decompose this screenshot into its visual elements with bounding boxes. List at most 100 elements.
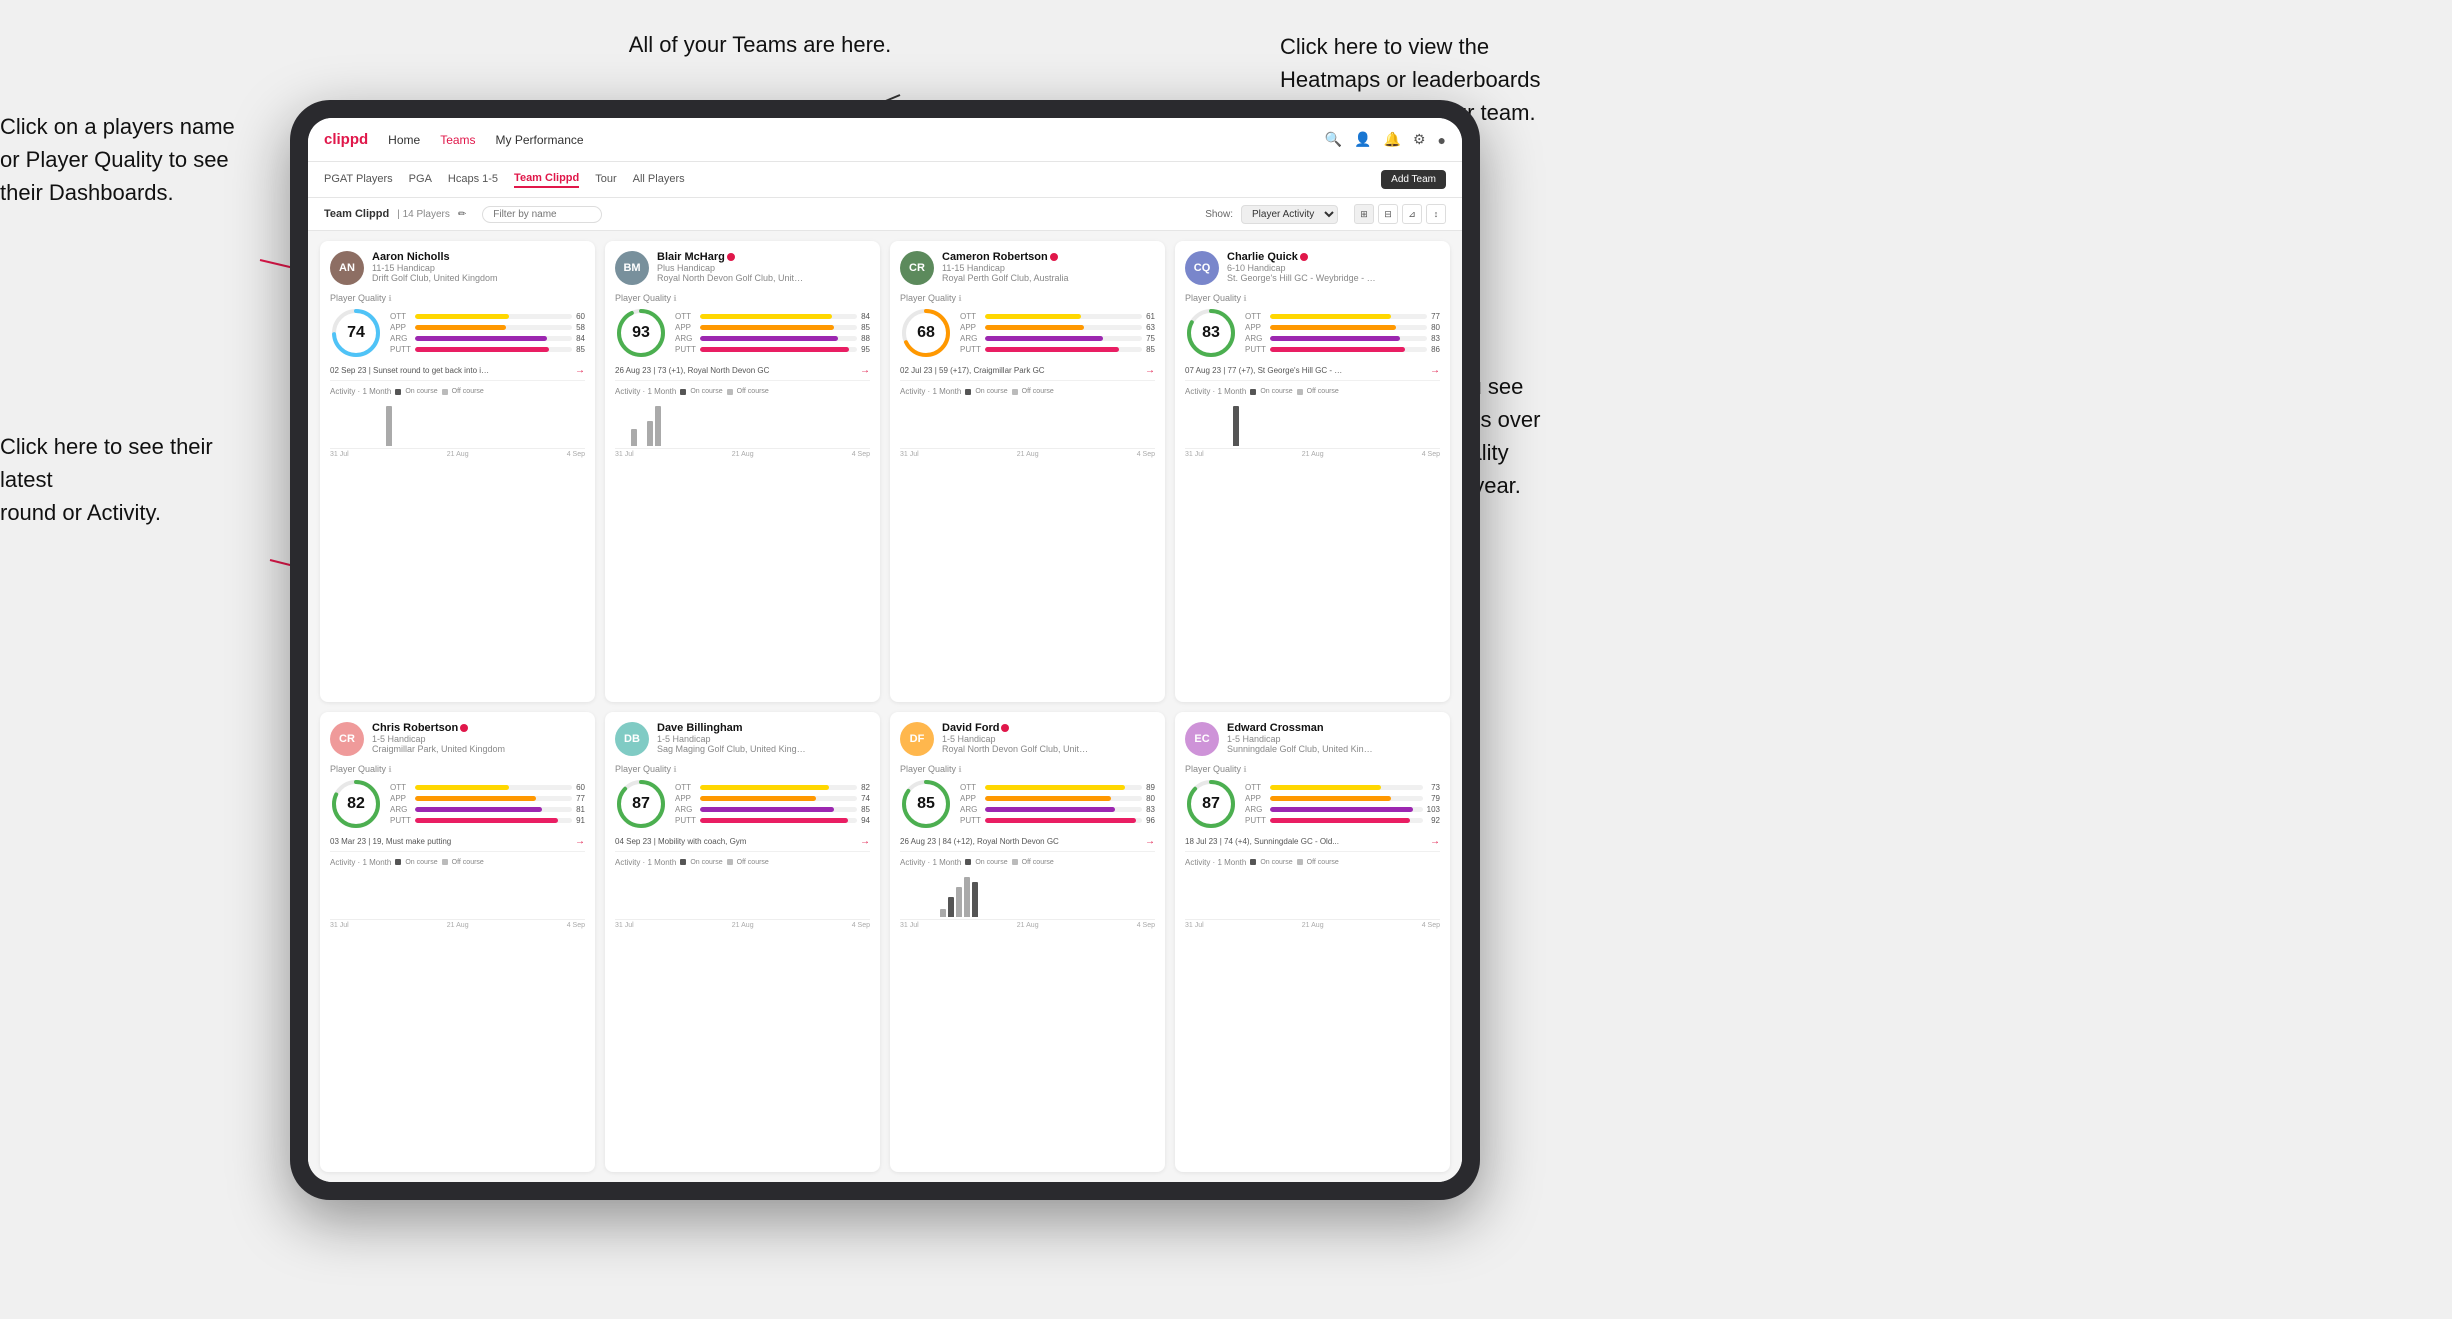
on-course-label: On course: [975, 388, 1007, 395]
quality-number: 87: [1202, 795, 1220, 813]
stat-value: 77: [576, 794, 585, 803]
round-arrow[interactable]: →: [860, 836, 870, 847]
stat-value: 85: [861, 805, 870, 814]
grid-view-button[interactable]: ⊞: [1354, 204, 1374, 224]
quality-circle[interactable]: 82: [330, 778, 382, 830]
nav-teams[interactable]: Teams: [440, 133, 475, 147]
sub-nav-hcaps[interactable]: Hcaps 1-5: [448, 173, 498, 187]
stat-value: 77: [1431, 312, 1440, 321]
stat-bar-container: [1270, 325, 1427, 330]
round-arrow[interactable]: →: [1145, 836, 1155, 847]
player-name[interactable]: David Ford: [942, 722, 1155, 734]
on-course-legend: [1250, 859, 1256, 865]
profile-icon[interactable]: 👤: [1354, 131, 1371, 148]
quality-section: 82 OTT 60 APP 77 ARG 81 PUTT: [330, 778, 585, 830]
stat-value: 91: [576, 816, 585, 825]
sub-nav-team-clippd[interactable]: Team Clippd: [514, 172, 579, 188]
quality-circle[interactable]: 83: [1185, 307, 1237, 359]
player-name[interactable]: Blair McHarg: [657, 251, 870, 263]
latest-round[interactable]: 04 Sep 23 | Mobility with coach, Gym →: [615, 836, 870, 852]
latest-round[interactable]: 03 Mar 23 | 19, Must make putting →: [330, 836, 585, 852]
stat-bar: [700, 314, 832, 319]
round-arrow[interactable]: →: [575, 365, 585, 376]
sub-nav-tour[interactable]: Tour: [595, 173, 616, 187]
player-name[interactable]: Chris Robertson: [372, 722, 585, 734]
player-handicap: 1-5 Handicap: [372, 734, 585, 744]
stat-bar-container: [415, 325, 572, 330]
round-arrow[interactable]: →: [575, 836, 585, 847]
edit-icon[interactable]: ✏: [458, 209, 466, 220]
off-course-legend: [727, 389, 733, 395]
mini-chart: [900, 399, 1155, 449]
player-handicap: 1-5 Handicap: [657, 734, 870, 744]
player-card-header: BM Blair McHarg Plus Handicap Royal Nort…: [615, 251, 870, 285]
quality-circle[interactable]: 93: [615, 307, 667, 359]
bell-icon[interactable]: 🔔: [1384, 131, 1401, 148]
stat-value: 74: [861, 794, 870, 803]
stat-bar-container: [985, 314, 1142, 319]
stat-label: ARG: [1245, 805, 1266, 814]
player-club: St. George's Hill GC - Weybridge - Surre…: [1227, 273, 1377, 283]
latest-round[interactable]: 26 Aug 23 | 84 (+12), Royal North Devon …: [900, 836, 1155, 852]
sub-nav-all-players[interactable]: All Players: [633, 173, 685, 187]
round-arrow[interactable]: →: [1145, 365, 1155, 376]
latest-round[interactable]: 02 Jul 23 | 59 (+17), Craigmillar Park G…: [900, 365, 1155, 381]
player-name[interactable]: Dave Billingham: [657, 722, 870, 734]
avatar: DB: [615, 722, 649, 756]
stat-bar: [415, 347, 549, 352]
player-name[interactable]: Charlie Quick: [1227, 251, 1440, 263]
chart-bar: [386, 406, 392, 446]
quality-label: Player Quality ℹ: [615, 293, 870, 303]
settings-icon[interactable]: ⚙: [1413, 131, 1426, 148]
on-course-legend: [395, 389, 401, 395]
player-name[interactable]: Cameron Robertson: [942, 251, 1155, 263]
latest-round[interactable]: 26 Aug 23 | 73 (+1), Royal North Devon G…: [615, 365, 870, 381]
mini-chart: [900, 870, 1155, 920]
round-arrow[interactable]: →: [1430, 365, 1440, 376]
stat-bar: [700, 796, 816, 801]
player-info: Aaron Nicholls 11-15 Handicap Drift Golf…: [372, 251, 585, 283]
quality-number: 87: [632, 795, 650, 813]
sub-nav-pga[interactable]: PGA: [409, 173, 432, 187]
add-team-button[interactable]: Add Team: [1381, 170, 1446, 189]
stat-value: 94: [861, 816, 870, 825]
stat-bar-container: [700, 336, 857, 341]
filter-input[interactable]: [482, 206, 602, 223]
avatar-icon[interactable]: ●: [1438, 132, 1446, 148]
stat-bar-container: [415, 818, 572, 823]
chart-bar: [956, 887, 962, 917]
latest-round[interactable]: 02 Sep 23 | Sunset round to get back int…: [330, 365, 585, 381]
player-name[interactable]: Edward Crossman: [1227, 722, 1440, 734]
player-club: Royal North Devon Golf Club, United Kin.…: [657, 273, 807, 283]
list-view-button[interactable]: ⊟: [1378, 204, 1398, 224]
quality-circle[interactable]: 87: [1185, 778, 1237, 830]
filter-view-button[interactable]: ⊿: [1402, 204, 1422, 224]
view-icons: ⊞ ⊟ ⊿ ↕: [1354, 204, 1446, 224]
stat-bar-container: [1270, 314, 1427, 319]
stat-value: 84: [576, 334, 585, 343]
search-icon[interactable]: 🔍: [1325, 131, 1342, 148]
round-arrow[interactable]: →: [860, 365, 870, 376]
round-arrow[interactable]: →: [1430, 836, 1440, 847]
player-card: CQ Charlie Quick 6-10 Handicap St. Georg…: [1175, 241, 1450, 702]
latest-round[interactable]: 07 Aug 23 | 77 (+7), St George's Hill GC…: [1185, 365, 1440, 381]
sub-nav-pgat[interactable]: PGAT Players: [324, 173, 393, 187]
stat-bar: [415, 818, 558, 823]
quality-circle[interactable]: 87: [615, 778, 667, 830]
stat-label: OTT: [960, 783, 981, 792]
player-name[interactable]: Aaron Nicholls: [372, 251, 585, 263]
nav-home[interactable]: Home: [388, 133, 420, 147]
sort-view-button[interactable]: ↕: [1426, 204, 1446, 224]
stat-bar-container: [985, 807, 1142, 812]
stat-label: ARG: [390, 805, 411, 814]
quality-circle[interactable]: 74: [330, 307, 382, 359]
stat-value: 81: [576, 805, 585, 814]
nav-performance[interactable]: My Performance: [496, 133, 584, 147]
latest-round[interactable]: 18 Jul 23 | 74 (+4), Sunningdale GC - Ol…: [1185, 836, 1440, 852]
stat-value: 92: [1427, 816, 1440, 825]
quality-circle[interactable]: 68: [900, 307, 952, 359]
mini-chart: [615, 399, 870, 449]
quality-circle[interactable]: 85: [900, 778, 952, 830]
on-course-legend: [1250, 389, 1256, 395]
show-select[interactable]: Player Activity: [1241, 205, 1338, 224]
